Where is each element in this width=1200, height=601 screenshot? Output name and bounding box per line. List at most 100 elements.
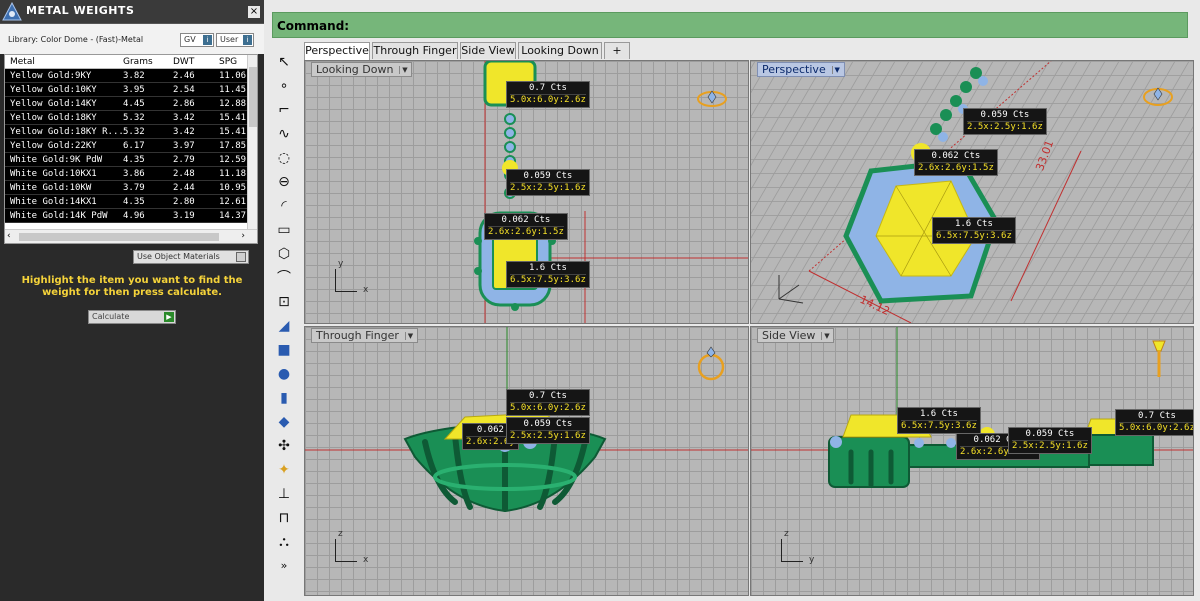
table-row[interactable]: White Gold:9K PdW 4.35 2.79 12.59 [5, 153, 257, 167]
library-label: Library: Color Dome - (Fast)-Metal [8, 35, 144, 44]
viewport-through-finger[interactable]: Through Finger ▼ 0.7 Cts 5.0x:6.0y:2.6z 0.… [304, 326, 749, 596]
dropdown-arrow-icon[interactable]: ▼ [821, 332, 830, 340]
table-row[interactable]: Yellow Gold:18KY 5.32 3.42 15.41 [5, 111, 257, 125]
ring-thumbnail-icon [697, 346, 725, 381]
table-vertical-scrollbar[interactable] [247, 55, 257, 229]
sphere-icon[interactable]: ● [274, 364, 294, 384]
stone-tag: 0.059 Cts 2.5x:2.5y:1.6z [1008, 427, 1092, 454]
table-row[interactable]: Yellow Gold:18KY R... 5.32 3.42 15.41 [5, 125, 257, 139]
scroll-left-icon[interactable]: ‹ [7, 231, 11, 241]
col-grams-header[interactable]: Grams [123, 57, 153, 67]
grams-cell: 4.45 [123, 99, 145, 109]
fillet-icon[interactable]: ⌒ [274, 268, 294, 288]
arc-icon[interactable]: ◜ [274, 196, 294, 216]
metal-name-cell: White Gold:14KX1 [10, 197, 97, 207]
col-dwt-header[interactable]: DWT [173, 57, 194, 67]
axis-z-label: z [784, 529, 789, 539]
axis-x-label: x [363, 285, 369, 295]
table-row[interactable]: White Gold:14KX1 4.35 2.80 12.61 [5, 195, 257, 209]
circle-icon[interactable]: ◌ [274, 148, 294, 168]
stone-tag: 1.6 Cts 6.5x:7.5y:3.6z [506, 261, 590, 288]
point-icon[interactable]: ∘ [274, 76, 294, 96]
viewport-label[interactable]: Through Finger ▼ [311, 328, 418, 343]
surface-icon[interactable]: ◢ [274, 316, 294, 336]
table-horizontal-scrollbar[interactable]: ‹ › [5, 229, 257, 243]
info-icon: i [243, 35, 252, 45]
polyline-icon[interactable]: ⌐ [274, 100, 294, 120]
scroll-thumb[interactable] [19, 233, 219, 241]
user-button[interactable]: User i [216, 33, 254, 47]
checkbox-icon[interactable] [236, 252, 246, 262]
dwt-cell: 2.79 [173, 155, 195, 165]
stone-tag: 1.6 Cts 6.5x:7.5y:3.6z [897, 407, 981, 434]
col-metal-header[interactable]: Metal [10, 57, 35, 67]
curve-icon[interactable]: ∿ [274, 124, 294, 144]
axis-x-label: x [363, 555, 369, 565]
spg-cell: 11.06 [219, 71, 247, 81]
tab-looking-down[interactable]: Looking Down [518, 42, 602, 59]
viewport-perspective[interactable]: 33.01 14.12 Perspective ▼ 0.059 Cts 2.5x:2… [750, 60, 1194, 324]
spg-cell: 11.45 [219, 85, 247, 95]
dimension-icon[interactable]: ⊥ [274, 484, 294, 504]
scroll-right-icon[interactable]: › [241, 231, 245, 241]
viewport-label[interactable]: Looking Down ▼ [311, 62, 413, 77]
cylinder-icon[interactable]: ▮ [274, 388, 294, 408]
close-icon[interactable]: × [248, 6, 260, 18]
metal-weights-table[interactable]: Metal Grams DWT SPG Yellow Gold:9KY 3.82 2… [4, 54, 258, 244]
axis-y-label: y [338, 259, 344, 269]
metal-name-cell: White Gold:10KX1 [10, 169, 97, 179]
table-row[interactable]: Yellow Gold:10KY 3.95 2.54 11.45 [5, 83, 257, 97]
jewelry-model-front [305, 327, 748, 513]
stone-tag: 0.059 Cts 2.5x:2.5y:1.6z [963, 108, 1047, 135]
grams-cell: 4.35 [123, 197, 145, 207]
dwt-cell: 3.97 [173, 141, 195, 151]
analyze-icon[interactable]: ⊓ [274, 508, 294, 528]
grams-cell: 5.32 [123, 127, 145, 137]
use-object-materials-checkbox[interactable]: Use Object Materials [133, 250, 249, 264]
offset-icon[interactable]: ⊡ [274, 292, 294, 312]
viewport-side-view[interactable]: Side View ▼ 1.6 Cts 6.5x:7.5y:3.6z 0.062 C… [750, 326, 1194, 596]
mesh-icon[interactable]: ◆ [274, 412, 294, 432]
rectangle-icon[interactable]: ▭ [274, 220, 294, 240]
viewport-label[interactable]: Perspective ▼ [757, 62, 845, 77]
ellipse-icon[interactable]: ⊖ [274, 172, 294, 192]
grams-cell: 4.96 [123, 211, 145, 221]
dropdown-arrow-icon[interactable]: ▼ [404, 332, 414, 340]
more-tools-icon[interactable]: » [274, 556, 294, 576]
stone-tag: 0.7 Cts 5.0x:6.0y:2.6z [1115, 409, 1193, 436]
add-tab-icon[interactable]: + [604, 42, 630, 59]
viewport-label[interactable]: Side View ▼ [757, 328, 835, 343]
table-row[interactable]: White Gold:10KX1 3.86 2.48 11.18 [5, 167, 257, 181]
material-icon[interactable]: ⛬ [274, 532, 294, 552]
calculate-button[interactable]: Calculate ▶ [88, 310, 176, 324]
polygon-icon[interactable]: ⬡ [274, 244, 294, 264]
col-spg-header[interactable]: SPG [219, 57, 237, 67]
metal-name-cell: Yellow Gold:22KY [10, 141, 97, 151]
tab-through-finger[interactable]: Through Finger [372, 42, 458, 59]
ring-thumbnail-icon [697, 90, 727, 107]
spg-cell: 11.18 [219, 169, 247, 179]
select-arrow-icon[interactable]: ↖ [274, 52, 294, 72]
dropdown-arrow-icon[interactable]: ▼ [399, 66, 408, 74]
stone-tag: 0.7 Cts 5.0x:6.0y:2.6z [506, 389, 590, 416]
dropdown-arrow-icon[interactable]: ▼ [831, 66, 841, 74]
info-icon: i [203, 35, 212, 45]
jewelry-model-side [751, 327, 1193, 488]
table-row[interactable]: Yellow Gold:22KY 6.17 3.97 17.85 [5, 139, 257, 153]
render-icon[interactable]: ✦ [274, 460, 294, 480]
table-row[interactable]: Yellow Gold:14KY 4.45 2.86 12.88 [5, 97, 257, 111]
stone-tag: 0.059 Cts 2.5x:2.5y:1.6z [506, 417, 590, 444]
table-row[interactable]: Yellow Gold:9KY 3.82 2.46 11.06 [5, 69, 257, 83]
command-bar[interactable]: Command: [272, 12, 1188, 38]
scroll-thumb[interactable] [249, 67, 257, 127]
tab-perspective[interactable]: Perspective [304, 42, 370, 60]
transform-icon[interactable]: ✣ [274, 436, 294, 456]
library-row: Library: Color Dome - (Fast)-Metal GV i U… [0, 24, 264, 54]
table-row[interactable]: White Gold:10KW 3.79 2.44 10.95 [5, 181, 257, 195]
tab-side-view[interactable]: Side View [460, 42, 516, 59]
table-row[interactable]: White Gold:14K PdW 4.96 3.19 14.37 [5, 209, 257, 223]
gv-button[interactable]: GV i [180, 33, 214, 47]
viewport-looking-down[interactable]: Looking Down ▼ 0.7 Cts 5.0x:6.0y:2.6z 0.05… [304, 60, 749, 324]
box-icon[interactable]: ■ [274, 340, 294, 360]
spg-cell: 12.61 [219, 197, 247, 207]
